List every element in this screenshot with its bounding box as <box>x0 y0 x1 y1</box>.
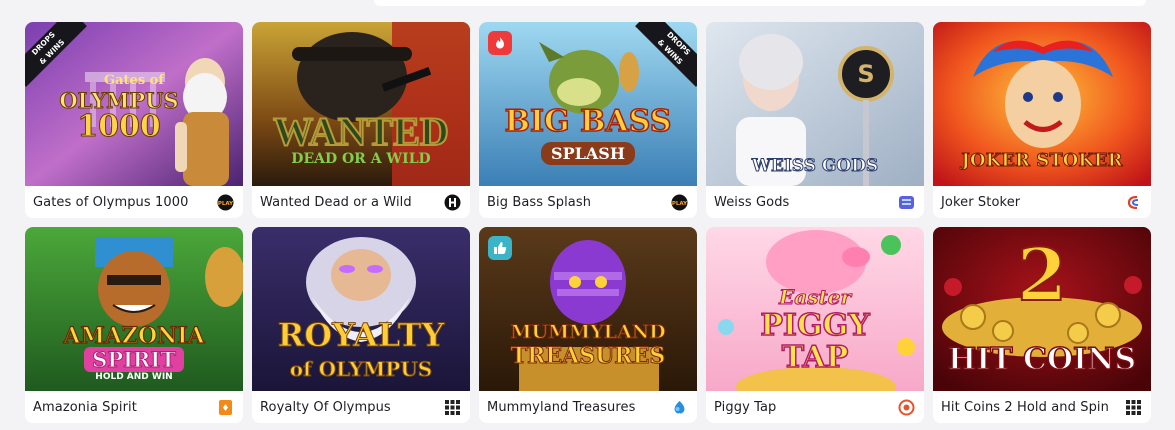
game-card-wanted-dead-or-a-wild[interactable]: WANTED DEAD OR A WILD Wanted Dead or a W… <box>252 22 470 218</box>
game-card-weiss-gods[interactable]: S WEISS GODS Weiss Gods <box>706 22 924 218</box>
game-thumbnail[interactable]: BIG BASS SPLASH DROPS & WINS <box>479 22 697 186</box>
art-title-3: HOLD AND WIN <box>95 372 173 382</box>
art-title-2: SPLASH <box>479 142 697 165</box>
belatra-icon <box>671 399 688 416</box>
art-title: WEISS GODS <box>751 156 879 176</box>
game-title[interactable]: Mummyland Treasures <box>487 400 635 415</box>
layers-provider-icon <box>898 194 915 211</box>
game-card-hit-coins-2[interactable]: 2 HIT COINS Hit Coins 2 Hold and Spin <box>933 227 1151 423</box>
target-provider-icon <box>898 399 915 416</box>
game-card-amazonia-spirit[interactable]: AMAZONIA SPIRIT HOLD AND WIN Amazonia Sp… <box>25 227 243 423</box>
game-thumbnail[interactable]: Gates of OLYMPUS 1000 DROPS & WINS <box>25 22 243 186</box>
game-title[interactable]: Gates of Olympus 1000 <box>33 195 189 210</box>
svg-text:PLAY: PLAY <box>672 201 688 207</box>
svg-text:S: S <box>857 60 874 88</box>
fire-icon <box>488 31 512 55</box>
art-title: 2 <box>1016 232 1068 317</box>
games-grid: Gates of OLYMPUS 1000 DROPS & WINS Gates … <box>25 22 1151 423</box>
art-title: Gates of <box>104 73 164 88</box>
pragmatic-play-icon: PLAY <box>217 194 234 211</box>
grid-provider-icon <box>444 399 461 416</box>
game-thumbnail[interactable]: 2 HIT COINS <box>933 227 1151 391</box>
game-thumbnail[interactable]: ROYALTY of OLYMPUS <box>252 227 470 391</box>
hacksaw-icon <box>444 194 461 211</box>
art-title-2: PIGGY <box>760 308 871 343</box>
game-title[interactable]: Hit Coins 2 Hold and Spin <box>941 400 1109 415</box>
endorphina-icon <box>1125 194 1142 211</box>
game-thumbnail[interactable]: Easter PIGGY TAP <box>706 227 924 391</box>
game-thumbnail[interactable]: JOKER STOKER <box>933 22 1151 186</box>
game-card-mummyland-treasures[interactable]: MUMMYLAND TREASURES Mummyland Treasures <box>479 227 697 423</box>
grid-provider-icon <box>1125 399 1142 416</box>
art-title-2: TREASURES <box>510 343 666 369</box>
game-thumbnail[interactable]: S WEISS GODS <box>706 22 924 186</box>
art-title-2: DEAD OR A WILD <box>291 151 431 167</box>
art-title: MUMMYLAND <box>510 321 666 343</box>
game-thumbnail[interactable]: AMAZONIA SPIRIT HOLD AND WIN <box>25 227 243 391</box>
svg-text:PLAY: PLAY <box>218 201 234 207</box>
game-card-royalty-of-olympus[interactable]: ROYALTY of OLYMPUS Royalty Of Olympus <box>252 227 470 423</box>
game-thumbnail[interactable]: WANTED DEAD OR A WILD <box>252 22 470 186</box>
art-title: WANTED <box>272 109 450 154</box>
art-title: JOKER STOKER <box>961 150 1123 171</box>
art-title-2: HIT COINS <box>947 342 1137 377</box>
pragmatic-play-icon: PLAY <box>671 194 688 211</box>
game-card-joker-stoker[interactable]: JOKER STOKER Joker Stoker <box>933 22 1151 218</box>
game-card-big-bass-splash[interactable]: BIG BASS SPLASH DROPS & WINS Big Bass Spl… <box>479 22 697 218</box>
game-title[interactable]: Piggy Tap <box>714 400 776 415</box>
game-thumbnail[interactable]: MUMMYLAND TREASURES <box>479 227 697 391</box>
game-title[interactable]: Big Bass Splash <box>487 195 591 210</box>
game-title[interactable]: Royalty Of Olympus <box>260 400 391 415</box>
art-title-2: of OLYMPUS <box>289 357 433 381</box>
game-card-gates-of-olympus-1000[interactable]: Gates of OLYMPUS 1000 DROPS & WINS Gates … <box>25 22 243 218</box>
game-title[interactable]: Joker Stoker <box>941 195 1020 210</box>
art-title-2: OLYMPUS <box>59 88 179 113</box>
thumbs-up-icon <box>488 236 512 260</box>
game-title[interactable]: Amazonia Spirit <box>33 400 137 415</box>
art-title-2: SPIRIT <box>25 347 243 372</box>
art-title: ROYALTY <box>277 316 445 354</box>
game-card-piggy-tap[interactable]: Easter PIGGY TAP Piggy Tap <box>706 227 924 423</box>
top-bar-edge <box>374 0 1146 6</box>
game-title[interactable]: Wanted Dead or a Wild <box>260 195 412 210</box>
card-provider-icon <box>217 399 234 416</box>
art-title: AMAZONIA <box>63 323 205 349</box>
game-title[interactable]: Weiss Gods <box>714 195 789 210</box>
art-title: Easter <box>779 285 852 309</box>
art-title-3: 1000 <box>77 109 162 144</box>
art-title-3: TAP <box>781 340 849 375</box>
art-title: BIG BASS <box>504 104 672 139</box>
